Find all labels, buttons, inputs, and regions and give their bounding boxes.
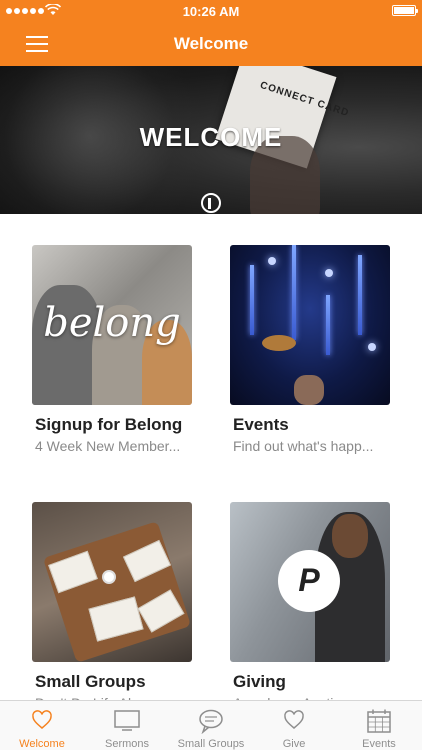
- tab-bar: Welcome Sermons Small Groups Give Events: [0, 700, 422, 750]
- tab-events[interactable]: Events: [336, 701, 422, 750]
- tile-subtitle: Find out what's happ...: [233, 438, 374, 454]
- tile-small-groups[interactable]: Small Groups Don't Do Life Alone: [32, 502, 192, 711]
- tab-label: Events: [362, 738, 396, 750]
- battery-icon: [392, 5, 418, 16]
- app-header: 10:26 AM Welcome: [0, 0, 422, 66]
- heart-icon: [32, 710, 52, 729]
- tile-title: Small Groups: [35, 672, 146, 691]
- tab-label: Give: [282, 738, 306, 750]
- small-groups-image: [32, 502, 192, 662]
- tile-signup-belong[interactable]: belong Signup for Belong 4 Week New Memb…: [32, 245, 192, 454]
- chat-bubble-icon: [199, 709, 223, 734]
- page-title: Welcome: [173, 34, 249, 53]
- giving-image: P: [230, 502, 390, 662]
- welcome-hero-banner: CONNECT CARD WELCOME: [0, 66, 422, 214]
- tab-label: Small Groups: [177, 738, 245, 750]
- tile-subtitle: 4 Week New Member...: [35, 438, 181, 454]
- tile-title: Giving: [233, 672, 286, 691]
- calendar-icon: [367, 709, 391, 733]
- tile-title: Events: [233, 415, 289, 434]
- status-time: 10:26 AM: [182, 4, 240, 19]
- belong-image: belong: [32, 245, 192, 405]
- tab-give[interactable]: Give: [252, 701, 336, 750]
- tab-sermons[interactable]: Sermons: [84, 701, 170, 750]
- giving-logo-text: P: [298, 562, 320, 598]
- tab-label: Sermons: [104, 738, 150, 750]
- nav-bar: Welcome: [0, 22, 422, 66]
- tv-icon: [114, 710, 140, 731]
- heart-icon: [284, 710, 304, 729]
- tile-title: Signup for Belong: [35, 415, 183, 434]
- events-image: [230, 245, 390, 405]
- tab-label: Welcome: [19, 738, 65, 750]
- tile-giving[interactable]: P Giving Anywhere, Anytime: [230, 502, 390, 711]
- tile-events[interactable]: Events Find out what's happ...: [230, 245, 390, 454]
- status-bar: 10:26 AM: [0, 0, 422, 22]
- tab-welcome[interactable]: Welcome: [0, 701, 84, 750]
- church-logo-icon: [201, 193, 221, 213]
- belong-script-text: belong: [43, 300, 181, 346]
- tab-small-groups[interactable]: Small Groups: [170, 701, 252, 750]
- hero-title: WELCOME: [139, 122, 283, 152]
